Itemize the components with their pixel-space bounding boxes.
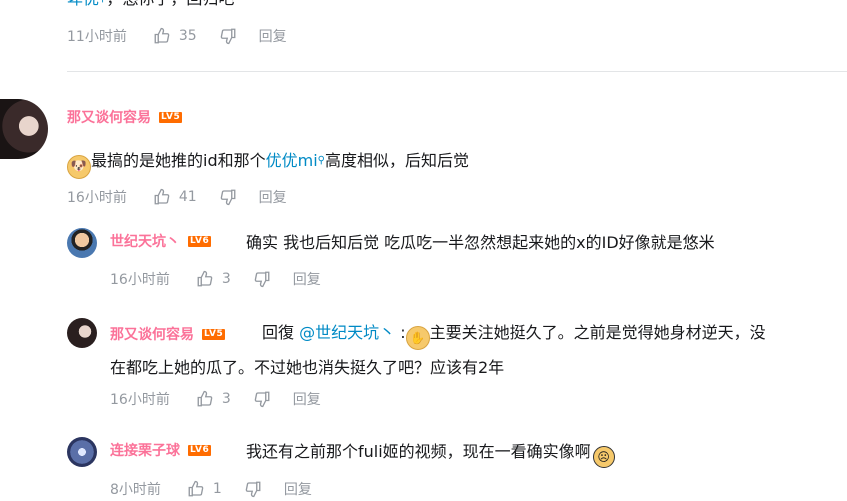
reply-button[interactable]: 回复 xyxy=(284,479,312,499)
comment-username[interactable]: 那又谈何容易 LV5 xyxy=(67,107,183,127)
thumb-down-icon xyxy=(220,189,236,206)
level-badge: LV5 xyxy=(159,111,183,123)
level-badge: LV6 xyxy=(188,235,212,247)
thumb-up-icon xyxy=(188,480,204,497)
avatar[interactable] xyxy=(67,437,97,467)
dislike-button[interactable] xyxy=(253,390,271,408)
mention-link[interactable]: @世纪天坑丶 xyxy=(299,323,395,342)
comment-meta: 16小时前 41 回复 xyxy=(67,185,287,209)
reply-time: 16小时前 xyxy=(110,272,170,288)
dislike-button[interactable] xyxy=(244,480,262,498)
thumb-down-icon xyxy=(254,391,270,408)
like-count: 3 xyxy=(221,391,231,407)
avatar[interactable] xyxy=(0,99,48,159)
reply-username[interactable]: 世纪天坑丶 LV6 xyxy=(110,231,212,251)
thumb-down-icon xyxy=(245,481,261,498)
like-button[interactable]: 41 xyxy=(153,188,197,206)
reply-button[interactable]: 回复 xyxy=(259,26,287,46)
thumb-up-icon xyxy=(197,390,213,407)
like-count: 1 xyxy=(212,481,222,497)
reply-content: 确实 我也后知后觉 吃瓜吃一半忽然想起来她的x的ID好像就是悠米 xyxy=(246,233,715,252)
reply-username[interactable]: 那又谈何容易 LV5 xyxy=(110,324,226,344)
dislike-button[interactable] xyxy=(219,27,237,45)
thumb-down-icon xyxy=(220,28,236,45)
doge-emoji-icon: 🐶 xyxy=(67,155,91,179)
reply-time: 16小时前 xyxy=(110,392,170,408)
reply-content: 回復 @世纪天坑丶 : ✋ 主要关注她挺久了。之前是觉得她身材逆天，没 xyxy=(262,318,766,350)
thumb-up-icon xyxy=(197,270,213,287)
reply-button[interactable]: 回复 xyxy=(293,389,321,409)
avatar[interactable] xyxy=(67,228,97,258)
reply-button[interactable]: 回复 xyxy=(259,187,287,207)
level-badge: LV6 xyxy=(188,444,212,456)
like-count: 3 xyxy=(221,271,231,287)
dislike-button[interactable] xyxy=(219,188,237,206)
search-icon: ⚲ xyxy=(317,155,325,166)
comment-time: 16小时前 xyxy=(67,190,127,206)
reply-button[interactable]: 回复 xyxy=(293,269,321,289)
reply-username[interactable]: 连接栗子球 LV6 xyxy=(110,440,212,460)
like-button[interactable]: 3 xyxy=(196,270,231,288)
top-comment-text: 卑优⚲，悠你了，回归吧 xyxy=(67,0,234,14)
like-count: 41 xyxy=(178,189,197,205)
comment-divider xyxy=(67,71,847,72)
avatar[interactable] xyxy=(67,318,97,348)
reply-meta: 16小时前 3 回复 xyxy=(110,267,321,291)
comment-content: 🐶 最搞的是她推的id和那个优优mi⚲高度相似，后知后觉 xyxy=(67,146,469,179)
like-button[interactable]: 3 xyxy=(196,390,231,408)
like-button[interactable]: 1 xyxy=(187,480,222,498)
thumb-down-icon xyxy=(254,271,270,288)
dislike-button[interactable] xyxy=(253,270,271,288)
top-comment-link[interactable]: 卑优 xyxy=(67,0,99,8)
reply-meta: 8小时前 1 回复 xyxy=(110,477,312,501)
like-count: 35 xyxy=(178,28,197,44)
thumb-up-icon xyxy=(154,188,170,205)
top-comment-meta: 11小时前 35 回复 xyxy=(67,24,287,48)
comment-time: 11小时前 xyxy=(67,29,127,45)
comment-link[interactable]: 优优mi xyxy=(266,151,318,170)
reply-meta: 16小时前 3 回复 xyxy=(110,387,321,411)
level-badge: LV5 xyxy=(202,328,226,340)
facepalm-emoji-icon: ✋ xyxy=(405,326,430,350)
reply-content: 我还有之前那个fuli姬的视频，现在一看确实像啊 ☹ xyxy=(246,437,615,468)
reply-content-line2: 在都吃上她的瓜了。不过她也消失挺久了吧？应该有2年 xyxy=(110,358,505,377)
reply-time: 8小时前 xyxy=(110,482,161,498)
sad-emoji-icon: ☹ xyxy=(592,446,615,468)
thumb-up-icon xyxy=(154,27,170,44)
like-button[interactable]: 35 xyxy=(153,27,197,45)
